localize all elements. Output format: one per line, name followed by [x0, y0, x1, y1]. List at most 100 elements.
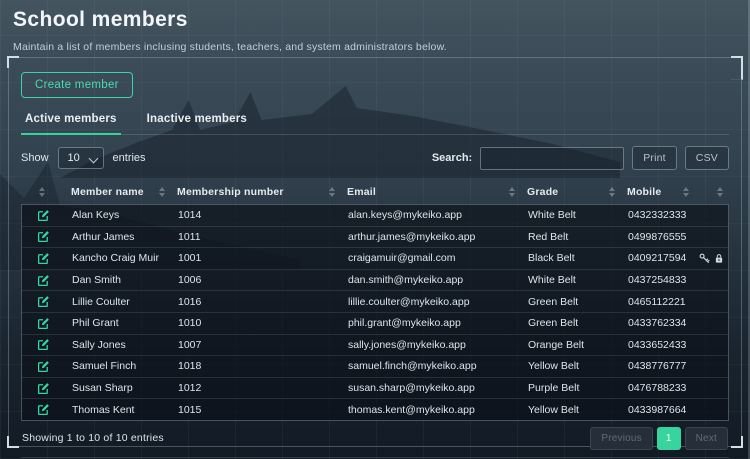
table-row: Susan Sharp 1012 susan.sharp@mykeiko.app… [22, 378, 728, 400]
sort-icon [39, 187, 45, 197]
mobile-cell: 0437254833 [620, 274, 694, 286]
row-actions [694, 253, 730, 264]
column-header-email[interactable]: Email [339, 186, 519, 198]
csv-button[interactable]: CSV [685, 146, 729, 170]
previous-page-button[interactable]: Previous [590, 427, 653, 450]
email-cell: alan.keys@mykeiko.app [340, 209, 520, 221]
mobile-cell: 0433987664 [620, 404, 694, 416]
members-table: Member name Membership number Email Grad… [21, 179, 729, 421]
membership-number-cell: 1011 [170, 231, 340, 243]
table-row: Sally Jones 1007 sally.jones@mykeiko.app… [22, 335, 728, 357]
grade-cell: Black Belt [520, 252, 620, 264]
grade-cell: Orange Belt [520, 339, 620, 351]
table-row: Lillie Coulter 1016 lillie.coulter@mykei… [22, 291, 728, 313]
column-header-membership-number[interactable]: Membership number [169, 186, 339, 198]
member-tabs: Active members Inactive members [21, 113, 729, 135]
tab-active-members[interactable]: Active members [23, 113, 119, 134]
table-footer: Showing 1 to 10 of 10 entries Previous 1… [21, 421, 729, 458]
member-name-cell: Thomas Kent [64, 404, 170, 416]
edit-member-icon[interactable] [37, 338, 50, 351]
tab-inactive-members[interactable]: Inactive members [145, 113, 249, 134]
page-title: School members [13, 8, 737, 32]
pagination: Previous 1 Next [590, 427, 728, 450]
mobile-cell: 0409217594 [620, 252, 694, 264]
search-label: Search: [432, 152, 472, 164]
member-name-cell: Arthur James [64, 231, 170, 243]
email-cell: arthur.james@mykeiko.app [340, 231, 520, 243]
edit-member-icon[interactable] [37, 317, 50, 330]
member-name-cell: Alan Keys [64, 209, 170, 221]
edit-member-icon[interactable] [37, 230, 50, 243]
member-name-cell: Susan Sharp [64, 382, 170, 394]
grade-cell: Green Belt [520, 296, 620, 308]
page-number-button[interactable]: 1 [657, 427, 681, 450]
column-header-member-name[interactable]: Member name [63, 186, 169, 198]
email-cell: phil.grant@mykeiko.app [340, 317, 520, 329]
grade-cell: White Belt [520, 209, 620, 221]
column-header-edit[interactable] [21, 187, 63, 197]
grade-cell: Green Belt [520, 317, 620, 329]
page-header: School members Maintain a list of member… [0, 0, 750, 53]
edit-member-icon[interactable] [37, 382, 50, 395]
mobile-cell: 0432332333 [620, 209, 694, 221]
panel-corner-top-right [731, 56, 743, 80]
table-header-row: Member name Membership number Email Grad… [21, 179, 729, 204]
mobile-cell: 0433652433 [620, 339, 694, 351]
mobile-cell: 0499876555 [620, 231, 694, 243]
grade-cell: Yellow Belt [520, 360, 620, 372]
email-cell: lillie.coulter@mykeiko.app [340, 296, 520, 308]
table-row: Alan Keys 1014 alan.keys@mykeiko.app Whi… [22, 205, 728, 227]
grade-cell: Purple Belt [520, 382, 620, 394]
create-member-button[interactable]: Create member [21, 72, 133, 98]
sort-icon [609, 187, 615, 197]
membership-number-cell: 1016 [170, 296, 340, 308]
member-name-cell: Phil Grant [64, 317, 170, 329]
email-cell: thomas.kent@mykeiko.app [340, 404, 520, 416]
sort-icon [717, 187, 723, 197]
entries-summary: Showing 1 to 10 of 10 entries [22, 432, 164, 444]
table-row: Phil Grant 1010 phil.grant@mykeiko.app G… [22, 313, 728, 335]
panel-corner-bottom-left [7, 436, 19, 448]
email-cell: sally.jones@mykeiko.app [340, 339, 520, 351]
table-body: Alan Keys 1014 alan.keys@mykeiko.app Whi… [21, 204, 729, 421]
sort-icon [683, 187, 689, 197]
search-input[interactable] [480, 147, 624, 170]
membership-number-cell: 1010 [170, 317, 340, 329]
panel-corner-bottom-right [731, 436, 743, 448]
edit-member-icon[interactable] [37, 295, 50, 308]
column-header-mobile[interactable]: Mobile [619, 186, 693, 198]
edit-member-icon[interactable] [37, 252, 50, 265]
mobile-cell: 0476788233 [620, 382, 694, 394]
membership-number-cell: 1006 [170, 274, 340, 286]
email-cell: dan.smith@mykeiko.app [340, 274, 520, 286]
sort-icon [329, 187, 335, 197]
table-row: Kancho Craig Muir 1001 craigamuir@gmail.… [22, 248, 728, 270]
membership-number-cell: 1014 [170, 209, 340, 221]
next-page-button[interactable]: Next [685, 427, 728, 450]
edit-member-icon[interactable] [37, 360, 50, 373]
member-name-cell: Kancho Craig Muir [64, 252, 170, 264]
column-header-actions[interactable] [693, 187, 729, 197]
edit-member-icon[interactable] [37, 274, 50, 287]
page-size-select[interactable]: 10 [58, 147, 104, 169]
entries-label: entries [113, 152, 146, 164]
member-name-cell: Samuel Finch [64, 360, 170, 372]
show-label: Show [21, 152, 49, 164]
table-row: Samuel Finch 1018 samuel.finch@mykeiko.a… [22, 356, 728, 378]
membership-number-cell: 1007 [170, 339, 340, 351]
mobile-cell: 0433762334 [620, 317, 694, 329]
panel-corner-top-left [7, 56, 19, 68]
edit-member-icon[interactable] [37, 403, 50, 416]
print-button[interactable]: Print [632, 146, 677, 170]
membership-number-cell: 1012 [170, 382, 340, 394]
lock-icon [714, 253, 724, 264]
email-cell: craigamuir@gmail.com [340, 252, 520, 264]
column-header-grade[interactable]: Grade [519, 186, 619, 198]
members-panel: Create member Active members Inactive me… [8, 57, 742, 447]
membership-number-cell: 1018 [170, 360, 340, 372]
mobile-cell: 0438776777 [620, 360, 694, 372]
email-cell: susan.sharp@mykeiko.app [340, 382, 520, 394]
member-name-cell: Lillie Coulter [64, 296, 170, 308]
key-icon [699, 253, 710, 264]
edit-member-icon[interactable] [37, 209, 50, 222]
